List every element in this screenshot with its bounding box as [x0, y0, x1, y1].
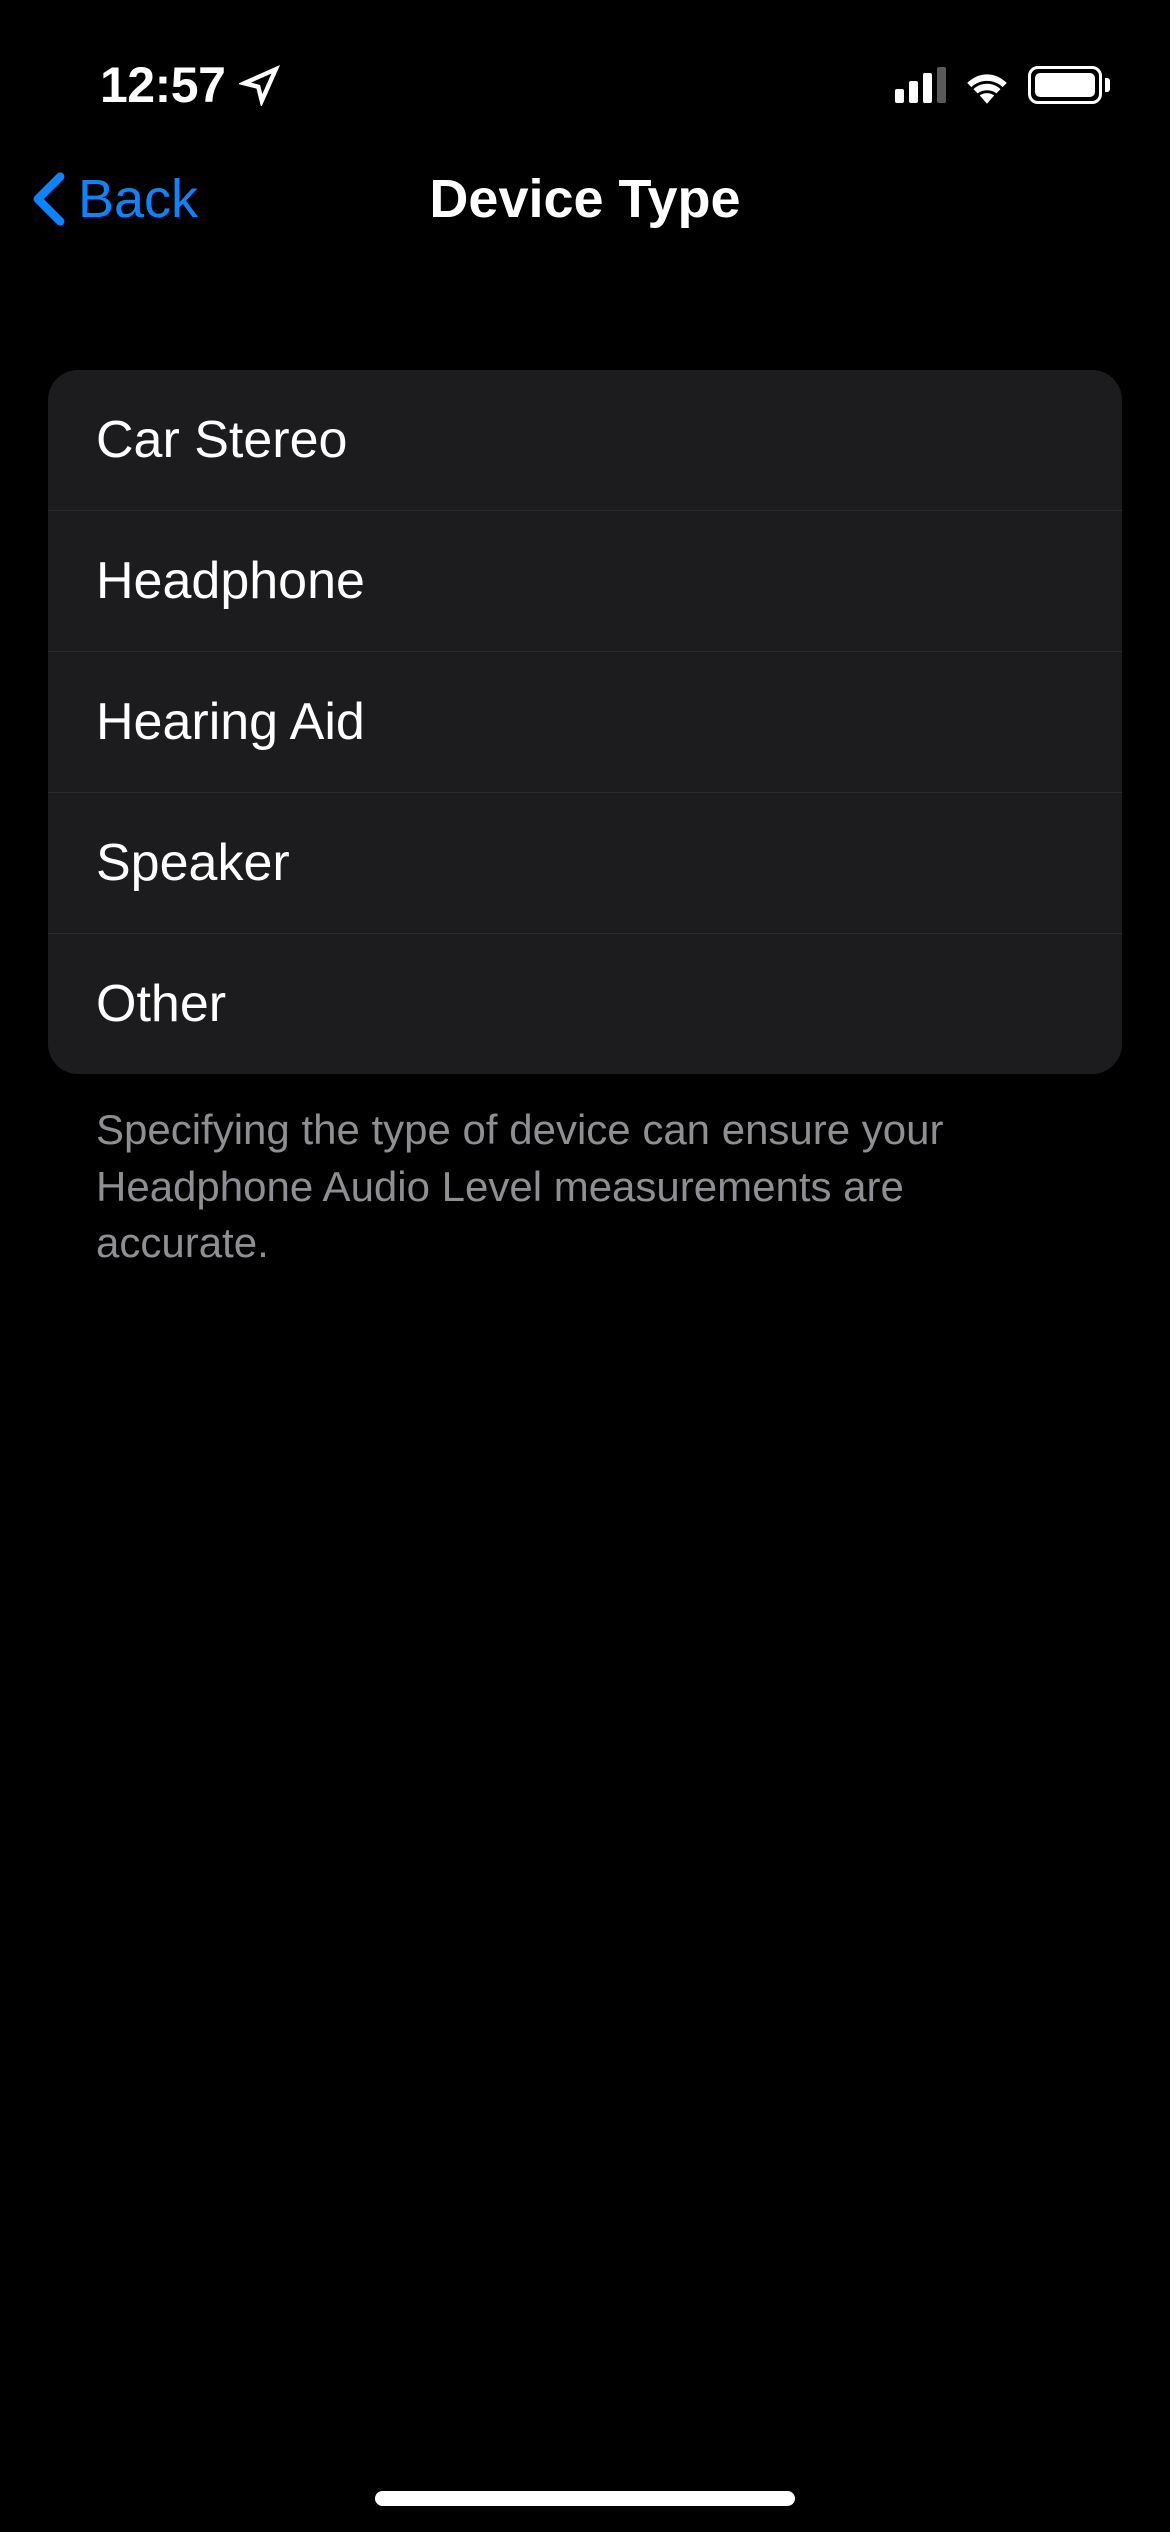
- status-bar: 12:57: [0, 0, 1170, 130]
- page-title: Device Type: [429, 168, 740, 230]
- status-right: [895, 66, 1110, 104]
- status-time: 12:57: [100, 56, 225, 114]
- option-car-stereo[interactable]: Car Stereo: [48, 370, 1122, 511]
- wifi-icon: [962, 66, 1012, 104]
- cellular-signal-icon: [895, 67, 946, 103]
- device-type-list: Car Stereo Headphone Hearing Aid Speaker…: [48, 370, 1122, 1074]
- navigation-bar: Back Device Type: [0, 130, 1170, 260]
- option-headphone[interactable]: Headphone: [48, 511, 1122, 652]
- back-label: Back: [78, 168, 198, 230]
- location-icon: [239, 64, 281, 106]
- back-button[interactable]: Back: [30, 168, 198, 230]
- battery-icon: [1028, 66, 1110, 104]
- list-item-label: Speaker: [96, 834, 290, 892]
- list-item-label: Hearing Aid: [96, 693, 365, 751]
- list-item-label: Headphone: [96, 552, 365, 610]
- footer-description: Specifying the type of device can ensure…: [48, 1074, 1122, 1272]
- home-indicator[interactable]: [375, 2491, 795, 2506]
- chevron-left-icon: [30, 171, 68, 227]
- list-item-label: Other: [96, 975, 226, 1033]
- content-area: Car Stereo Headphone Hearing Aid Speaker…: [0, 260, 1170, 1272]
- status-left: 12:57: [100, 56, 281, 114]
- option-hearing-aid[interactable]: Hearing Aid: [48, 652, 1122, 793]
- list-item-label: Car Stereo: [96, 411, 347, 469]
- option-other[interactable]: Other: [48, 934, 1122, 1074]
- option-speaker[interactable]: Speaker: [48, 793, 1122, 934]
